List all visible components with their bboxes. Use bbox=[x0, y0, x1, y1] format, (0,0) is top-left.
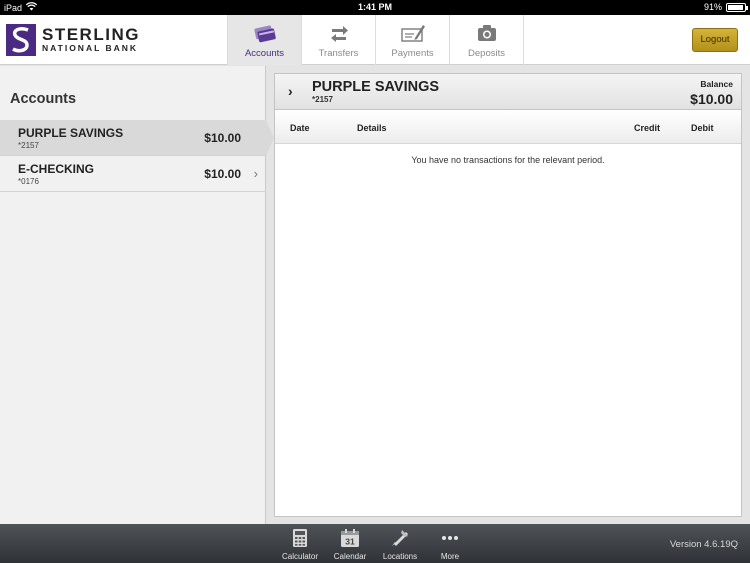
account-number: *0176 bbox=[18, 177, 39, 186]
tab-payments-label: Payments bbox=[391, 48, 434, 59]
tab-transfers-label: Transfers bbox=[318, 48, 359, 59]
transactions-column-header: Date Details Credit Debit bbox=[275, 110, 741, 144]
account-row-e-checking[interactable]: E-CHECKING *0176 $10.00 › bbox=[0, 156, 266, 192]
bottom-toolbar: Calculator 31 Calendar Locations More Ve… bbox=[0, 524, 750, 563]
column-details[interactable]: Details bbox=[357, 123, 387, 133]
chevron-right-icon: › bbox=[253, 166, 258, 181]
transfer-arrows-icon bbox=[302, 22, 375, 44]
logo-line2: NATIONAL BANK bbox=[42, 43, 139, 53]
accounts-pane: Accounts PURPLE SAVINGS *2157 $10.00 E-C… bbox=[0, 66, 266, 524]
locations-label: Locations bbox=[382, 552, 418, 561]
balance-label: Balance bbox=[700, 79, 733, 89]
more-button[interactable]: More bbox=[425, 527, 475, 561]
column-date[interactable]: Date bbox=[290, 123, 310, 133]
logo-text: STERLING NATIONAL BANK bbox=[42, 26, 140, 54]
calendar-button[interactable]: 31 Calendar bbox=[325, 527, 375, 561]
account-number: *2157 bbox=[18, 141, 39, 150]
status-right: 91% bbox=[703, 2, 748, 12]
account-name: PURPLE SAVINGS bbox=[18, 126, 124, 140]
chevron-right-icon[interactable]: › bbox=[288, 83, 293, 99]
logout-button[interactable]: Logout bbox=[692, 28, 738, 52]
app-version: Version 4.6.19Q bbox=[669, 539, 738, 550]
map-pin-icon bbox=[375, 527, 425, 549]
status-time: 1:41 PM bbox=[357, 2, 392, 12]
battery-fill bbox=[728, 4, 743, 10]
account-detail-header[interactable]: › PURPLE SAVINGS *2157 Balance $10.00 bbox=[275, 74, 741, 110]
main-nav: Accounts Transfers Payments Deposits bbox=[227, 15, 524, 65]
column-credit[interactable]: Credit bbox=[634, 123, 660, 133]
battery-icon bbox=[726, 2, 748, 12]
calendar-day-number: 31 bbox=[345, 537, 355, 547]
camera-icon bbox=[450, 22, 523, 44]
logo-mark-icon bbox=[6, 24, 36, 56]
calculator-button[interactable]: Calculator bbox=[275, 527, 325, 561]
tab-transfers[interactable]: Transfers bbox=[302, 15, 376, 65]
account-detail-pane: › PURPLE SAVINGS *2157 Balance $10.00 Da… bbox=[274, 73, 742, 517]
check-pen-icon bbox=[376, 22, 449, 44]
account-amount: $10.00 bbox=[204, 167, 241, 181]
tab-deposits[interactable]: Deposits bbox=[450, 15, 524, 65]
more-label: More bbox=[440, 552, 460, 561]
tab-payments[interactable]: Payments bbox=[376, 15, 450, 65]
account-name: E-CHECKING bbox=[18, 162, 95, 176]
calendar-icon: 31 bbox=[325, 527, 375, 549]
tab-deposits-label: Deposits bbox=[468, 48, 505, 59]
detail-account-name: PURPLE SAVINGS bbox=[312, 79, 440, 95]
balance-value: $10.00 bbox=[690, 91, 733, 107]
column-debit[interactable]: Debit bbox=[691, 123, 714, 133]
detail-account-number: *2157 bbox=[312, 95, 333, 104]
empty-transactions-message: You have no transactions for the relevan… bbox=[411, 155, 605, 165]
credit-cards-icon bbox=[228, 22, 301, 44]
account-amount: $10.00 bbox=[204, 131, 241, 145]
more-dots-icon bbox=[425, 527, 475, 549]
status-bar: iPad 1:41 PM 91% bbox=[0, 0, 750, 15]
app-header: STERLING NATIONAL BANK Accounts Transfer… bbox=[0, 15, 750, 65]
accounts-heading: Accounts bbox=[10, 91, 77, 107]
tab-accounts[interactable]: Accounts bbox=[228, 15, 302, 65]
bank-logo: STERLING NATIONAL BANK bbox=[6, 24, 140, 56]
calendar-label: Calendar bbox=[333, 552, 367, 561]
locations-button[interactable]: Locations bbox=[375, 527, 425, 561]
battery-percent: 91% bbox=[703, 2, 722, 12]
selection-pointer bbox=[266, 120, 274, 156]
account-row-purple-savings[interactable]: PURPLE SAVINGS *2157 $10.00 bbox=[0, 120, 266, 156]
tab-accounts-label: Accounts bbox=[244, 48, 285, 59]
calculator-label: Calculator bbox=[281, 552, 318, 561]
logo-line1: STERLING bbox=[42, 25, 140, 44]
calculator-icon bbox=[275, 527, 325, 549]
